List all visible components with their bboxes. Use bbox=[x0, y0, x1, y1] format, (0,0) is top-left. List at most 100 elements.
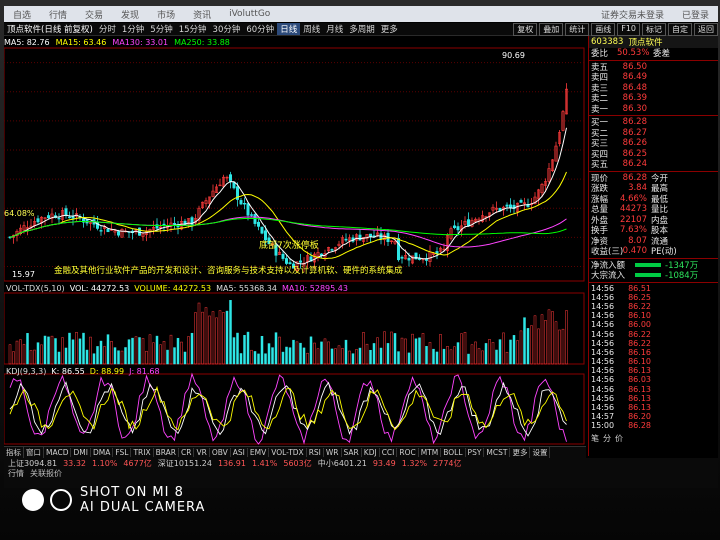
indicator-tab[interactable]: CR bbox=[179, 448, 195, 457]
watermark-line1: SHOT ON MI 8 bbox=[80, 485, 184, 500]
volume-bar bbox=[292, 339, 295, 365]
indicator-tab[interactable]: ROC bbox=[397, 448, 419, 457]
tab-jia[interactable]: 价 bbox=[615, 433, 623, 444]
volume-bar bbox=[498, 339, 502, 365]
status-tab-related[interactable]: 关联报价 bbox=[30, 468, 62, 479]
chart-area[interactable]: 90.0080.0070.0060.0050.0040.0030.0020.00… bbox=[4, 6, 586, 446]
ticker-item: 2774亿 bbox=[433, 458, 462, 468]
ticker-item: 5603亿 bbox=[283, 458, 312, 468]
stat-value: 86.28 bbox=[622, 172, 647, 183]
tab-fen[interactable]: 分 bbox=[603, 433, 611, 444]
volume-bar bbox=[334, 348, 337, 365]
indicator-tab[interactable]: SAR bbox=[342, 448, 362, 457]
mark-button[interactable]: 标记 bbox=[642, 22, 666, 36]
tick-time: 14:56 bbox=[591, 283, 615, 293]
indicator-tab[interactable]: WR bbox=[324, 448, 342, 457]
indicator-tab[interactable]: VR bbox=[194, 448, 210, 457]
indicator-tab[interactable]: FSL bbox=[113, 448, 132, 457]
volume-bar bbox=[106, 334, 110, 365]
ask-price: 86.48 bbox=[622, 82, 647, 93]
volume-bar bbox=[145, 350, 148, 365]
volume-bar bbox=[411, 333, 414, 365]
candle-body bbox=[106, 228, 110, 233]
tick-row: 14:56 86.00 bbox=[589, 320, 718, 329]
volume-bar bbox=[400, 337, 404, 365]
indicator-tab[interactable]: 更多 bbox=[510, 447, 531, 458]
stock-code: 603383 bbox=[591, 37, 624, 47]
indicator-tab[interactable]: BRAR bbox=[154, 448, 180, 457]
ask-price: 86.39 bbox=[622, 93, 647, 104]
volume-bar bbox=[558, 329, 561, 365]
indicator-tab[interactable]: 指标 bbox=[4, 447, 24, 458]
weibi-row: 委比 50.53% 委差 bbox=[589, 48, 718, 59]
indicator-tab[interactable]: 窗口 bbox=[24, 447, 44, 458]
tick-time: 14:56 bbox=[591, 292, 615, 302]
volume-bar bbox=[565, 310, 568, 365]
volume-bar bbox=[218, 310, 222, 365]
volume-bar bbox=[190, 332, 194, 365]
tab-bi[interactable]: 笔 bbox=[591, 433, 599, 444]
f10-button[interactable]: F10 bbox=[617, 22, 640, 36]
volume-bar bbox=[306, 352, 309, 365]
tick-time: 14:56 bbox=[591, 375, 615, 385]
quote-stats: 现价 86.28 今开 涨跌 3.84 最高 涨幅 4.66% 最低 总量 44273 量比 外盘 221… bbox=[589, 172, 718, 258]
volume-bar bbox=[152, 342, 155, 365]
volume-bar bbox=[15, 340, 19, 365]
indicator-tab[interactable]: 设置 bbox=[530, 447, 551, 458]
candle-body bbox=[396, 238, 400, 261]
volume-bar bbox=[495, 349, 498, 365]
stat-label: 收益(三) bbox=[591, 247, 624, 258]
indicator-tab[interactable]: MTM bbox=[419, 448, 442, 457]
tick-price: 86.03 bbox=[628, 375, 651, 385]
candle-body bbox=[246, 203, 250, 216]
back-button[interactable]: 返回 bbox=[694, 22, 718, 36]
draw-line-button[interactable]: 画线 bbox=[591, 22, 616, 36]
candle-body bbox=[358, 234, 362, 241]
stat-value: 3.84 bbox=[628, 183, 647, 194]
ask-price: 86.50 bbox=[622, 61, 647, 72]
login-status[interactable]: 已登录 bbox=[673, 8, 718, 21]
stock-header: 603383 顶点软件 bbox=[589, 36, 718, 48]
indicator-tab[interactable]: RSI bbox=[307, 448, 324, 457]
custom-button[interactable]: 自定 bbox=[668, 22, 692, 36]
volume-bar bbox=[446, 346, 449, 365]
indicator-tab[interactable]: MCST bbox=[484, 448, 511, 457]
tick-time: 14:56 bbox=[591, 347, 615, 357]
bid-label: 买五 bbox=[591, 160, 609, 171]
indicator-tab[interactable]: DMA bbox=[91, 448, 114, 457]
status-tab-hangqing[interactable]: 行情 bbox=[8, 468, 24, 479]
indicator-tab[interactable]: ASI bbox=[231, 448, 248, 457]
indicator-tab[interactable]: PSY bbox=[466, 448, 485, 457]
volume-bar bbox=[369, 349, 372, 365]
ticker-item: 1.10% bbox=[92, 458, 118, 468]
volume-bar bbox=[117, 350, 120, 365]
kdj-title: KDJ(9,3,3) bbox=[6, 367, 47, 376]
indicator-tab[interactable]: OBV bbox=[210, 448, 231, 457]
indicator-tab[interactable]: EMV bbox=[248, 448, 270, 457]
candle-body bbox=[183, 220, 187, 226]
indicator-tab[interactable]: VOL-TDX bbox=[269, 448, 307, 457]
volume-bar bbox=[222, 312, 225, 365]
volume-bar bbox=[260, 335, 264, 365]
volume-bar bbox=[264, 353, 267, 365]
indicator-tab[interactable]: MACD bbox=[44, 448, 72, 457]
volume-bar bbox=[477, 348, 481, 365]
volume-bar bbox=[103, 346, 106, 365]
volume-bar bbox=[544, 320, 547, 365]
volume-bar bbox=[512, 335, 516, 365]
indicator-tab[interactable]: DMI bbox=[71, 448, 91, 457]
volume-bar bbox=[229, 300, 232, 365]
indicator-tab[interactable]: CCI bbox=[380, 448, 398, 457]
volume-bar bbox=[113, 347, 117, 365]
indicator-tab[interactable]: BOLL bbox=[441, 448, 466, 457]
volume-bar bbox=[523, 317, 526, 365]
volume-value: VOLUME: 44272.53 bbox=[134, 284, 212, 293]
trade-login-status[interactable]: 证券交易未登录 bbox=[592, 8, 673, 21]
screen-photo: 自选 行情 交易 发现 市场 资讯 iVoluttGo 证券交易未登录 已登录 … bbox=[0, 0, 720, 540]
tick-row: 14:56 86.13 bbox=[589, 403, 718, 412]
tick-price: 86.13 bbox=[628, 366, 651, 376]
volume-bar bbox=[337, 345, 341, 365]
indicator-tab[interactable]: TRIX bbox=[131, 448, 154, 457]
indicator-tab[interactable]: KDJ bbox=[362, 448, 380, 457]
ticker-item: 中小6401.21 bbox=[317, 458, 367, 468]
